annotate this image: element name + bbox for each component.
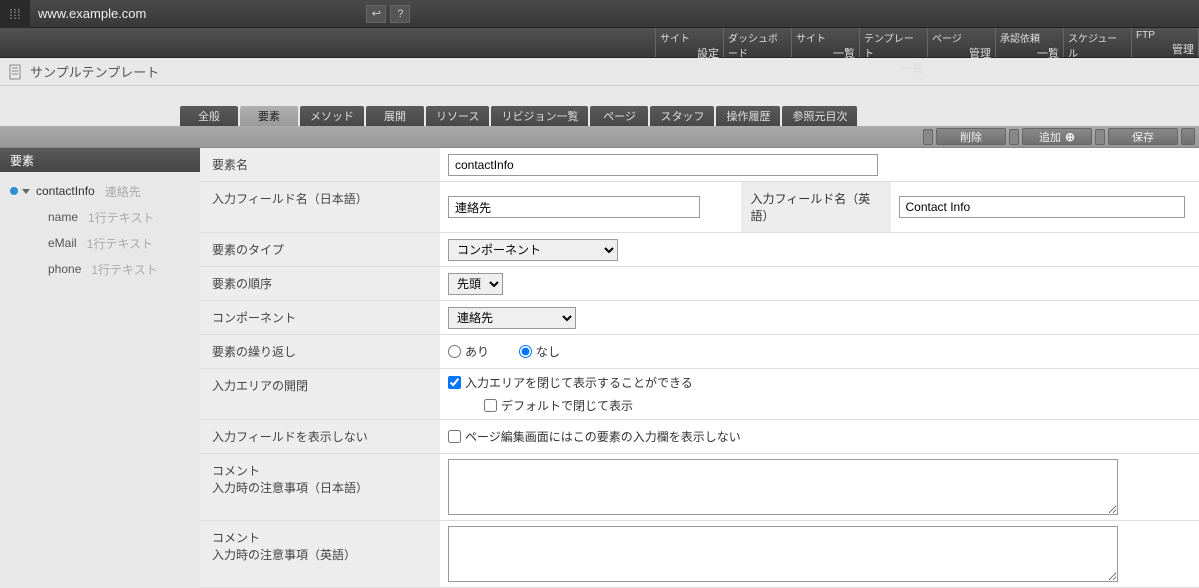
action-spacer <box>1095 129 1105 145</box>
area-close-option[interactable]: 入力エリアを閉じて表示することができる <box>448 374 693 391</box>
nav-dashboard[interactable]: ダッシュボード <box>723 28 791 57</box>
label-comment-en: コメント 入力時の注意事項（英語） <box>200 521 440 587</box>
hide-field-checkbox[interactable] <box>448 430 461 443</box>
plus-icon: ⊕ <box>1065 130 1075 144</box>
add-button[interactable]: 追加⊕ <box>1022 128 1092 145</box>
tab-bar: 全般 要素 メソッド 展開 リソース リビジョン一覧 ページ スタッフ 操作履歴… <box>0 86 1199 126</box>
action-bar: 削除 追加⊕ 保存 <box>0 126 1199 148</box>
hide-field-option[interactable]: ページ編集画面にはこの要素の入力欄を表示しない <box>448 428 741 445</box>
field-jp-input[interactable] <box>448 196 700 218</box>
type-select[interactable]: コンポーネント <box>448 239 618 261</box>
tab-reference[interactable]: 参照元目次 <box>782 106 857 126</box>
area-close-checkbox[interactable] <box>448 376 461 389</box>
label-component: コンポーネント <box>200 301 440 334</box>
page-titlebar: サンプルテンプレート <box>0 58 1199 86</box>
element-name-input[interactable] <box>448 154 878 176</box>
order-select[interactable]: 先頭 <box>448 273 503 295</box>
label-order: 要素の順序 <box>200 267 440 300</box>
topbar: ⁞⁞⁞ www.example.com ↩ ? <box>0 0 1199 28</box>
url-text: www.example.com <box>38 6 146 21</box>
tree-item-root[interactable]: contactInfo 連絡先 <box>0 178 200 204</box>
sidebar-header: 要素 <box>0 148 200 172</box>
tab-history[interactable]: 操作履歴 <box>716 106 780 126</box>
label-field-en: 入力フィールド名（英語） <box>741 182 891 232</box>
nav-schedule[interactable]: スケジュール <box>1063 28 1131 57</box>
label-hide-field: 入力フィールドを表示しない <box>200 420 440 453</box>
repeat-no-option[interactable]: なし <box>519 343 560 360</box>
nav-template-list[interactable]: テンプレート一覧 <box>859 28 927 57</box>
label-repeat: 要素の繰り返し <box>200 335 440 368</box>
template-icon <box>8 64 24 80</box>
help-icon[interactable]: ? <box>390 5 410 23</box>
nav-page-manage[interactable]: ページ管理 <box>927 28 995 57</box>
nav-site-list[interactable]: サイト一覧 <box>791 28 859 57</box>
tab-general[interactable]: 全般 <box>180 106 238 126</box>
action-spacer <box>1009 129 1019 145</box>
nav-site-settings[interactable]: サイト設定 <box>655 28 723 57</box>
action-spacer <box>923 129 933 145</box>
tab-expand[interactable]: 展開 <box>366 106 424 126</box>
label-area-open: 入力エリアの開閉 <box>200 369 440 419</box>
page-title: サンプルテンプレート <box>30 62 159 81</box>
main-nav: サイト設定 ダッシュボード サイト一覧 テンプレート一覧 ページ管理 承認依頼一… <box>0 28 1199 58</box>
field-en-input[interactable] <box>899 196 1185 218</box>
save-button[interactable]: 保存 <box>1108 128 1178 145</box>
component-select[interactable]: 連絡先 <box>448 307 576 329</box>
label-field-jp: 入力フィールド名（日本語） <box>200 182 440 232</box>
repeat-yes-radio[interactable] <box>448 345 461 358</box>
tree-item-email[interactable]: eMail 1行テキスト <box>0 230 200 256</box>
label-comment-jp: コメント 入力時の注意事項（日本語） <box>200 454 440 520</box>
bullet-icon <box>10 187 18 195</box>
tree-item-name[interactable]: name 1行テキスト <box>0 204 200 230</box>
area-default-close-option[interactable]: デフォルトで閉じて表示 <box>484 397 693 414</box>
repeat-yes-option[interactable]: あり <box>448 343 489 360</box>
tab-method[interactable]: メソッド <box>300 106 364 126</box>
sidebar: 要素 contactInfo 連絡先 name 1行テキスト eMail 1行テ… <box>0 148 200 588</box>
element-form: 要素名 入力フィールド名（日本語） 入力フィールド名（英語） 要素のタイプ コン… <box>200 148 1199 588</box>
tab-revision[interactable]: リビジョン一覧 <box>491 106 588 126</box>
back-icon[interactable]: ↩ <box>366 5 386 23</box>
nav-ftp-manage[interactable]: FTP管理 <box>1131 28 1199 57</box>
comment-jp-textarea[interactable] <box>448 459 1118 515</box>
app-logo-icon: ⁞⁞⁞ <box>0 0 30 28</box>
tab-staff[interactable]: スタッフ <box>650 106 714 126</box>
chevron-down-icon[interactable] <box>22 189 30 194</box>
tree-item-phone[interactable]: phone 1行テキスト <box>0 256 200 282</box>
nav-approval-list[interactable]: 承認依頼一覧 <box>995 28 1063 57</box>
repeat-no-radio[interactable] <box>519 345 532 358</box>
tab-page[interactable]: ページ <box>590 106 648 126</box>
area-default-close-checkbox[interactable] <box>484 399 497 412</box>
tab-resource[interactable]: リソース <box>426 106 489 126</box>
label-type: 要素のタイプ <box>200 233 440 266</box>
main-content: 要素 contactInfo 連絡先 name 1行テキスト eMail 1行テ… <box>0 148 1199 588</box>
tab-element[interactable]: 要素 <box>240 106 298 126</box>
element-tree: contactInfo 連絡先 name 1行テキスト eMail 1行テキスト… <box>0 172 200 288</box>
label-element-name: 要素名 <box>200 148 440 181</box>
delete-button[interactable]: 削除 <box>936 128 1006 145</box>
action-end-icon[interactable] <box>1181 128 1195 145</box>
